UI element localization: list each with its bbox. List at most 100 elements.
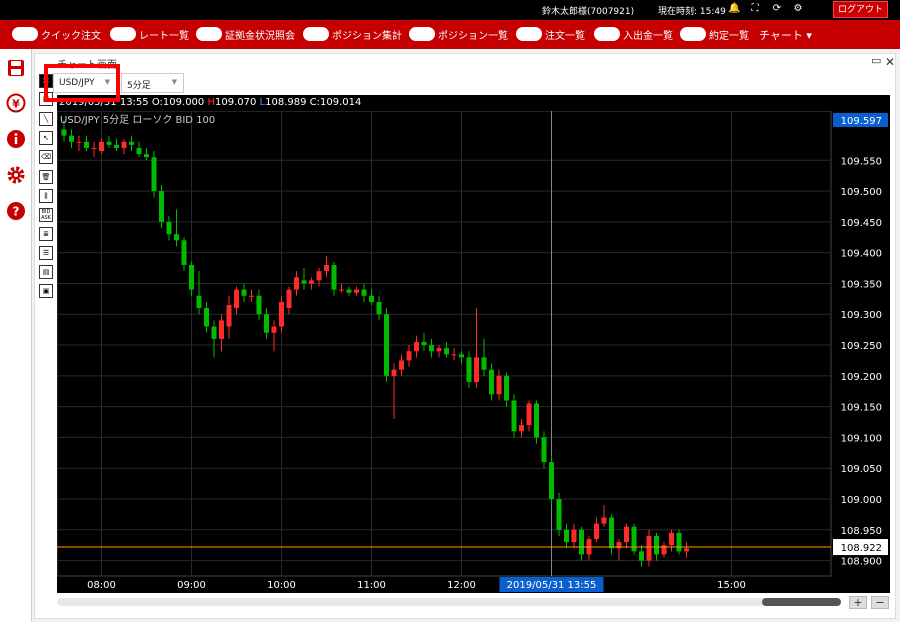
menu-execution-list[interactable]: 約定一覧 bbox=[680, 25, 749, 43]
minimize-icon[interactable]: ▭ bbox=[871, 54, 881, 67]
trendline-icon[interactable]: ╲ bbox=[39, 112, 53, 126]
candle-body bbox=[541, 437, 547, 463]
zoom-out-button[interactable]: − bbox=[871, 596, 889, 609]
bell-icon[interactable]: 🔔 bbox=[728, 3, 740, 15]
candle-body bbox=[391, 369, 397, 376]
candle-body bbox=[639, 551, 644, 561]
current-price-label: 109.597 bbox=[841, 116, 882, 127]
toggle-switch[interactable] bbox=[110, 27, 136, 41]
info-icon[interactable] bbox=[6, 129, 26, 149]
candle-body bbox=[271, 326, 277, 333]
candle-body bbox=[279, 301, 284, 327]
menu-label: レート一覧 bbox=[139, 30, 189, 42]
display-icon[interactable]: ▤ bbox=[39, 265, 53, 279]
candle-body bbox=[549, 462, 554, 500]
candle-body bbox=[444, 348, 449, 355]
y-tick-label: 109.500 bbox=[841, 187, 882, 198]
eraser-icon[interactable]: ⌫ bbox=[39, 150, 53, 164]
candle-body bbox=[249, 295, 254, 297]
gear-icon[interactable] bbox=[6, 165, 26, 185]
candle-body bbox=[99, 141, 104, 152]
candlestick-chart[interactable]: 109.550 109.500 109.450 109.400 109.350 109.3… bbox=[57, 111, 890, 593]
current-time: 現在時刻: 15:49 bbox=[658, 7, 726, 17]
refresh-icon[interactable]: ⟳ bbox=[771, 3, 783, 15]
y-tick-label: 108.900 bbox=[841, 557, 882, 568]
x-tick-label: 10:00 bbox=[267, 580, 296, 591]
save-icon[interactable] bbox=[6, 59, 26, 79]
gear-icon[interactable]: ⚙ bbox=[792, 3, 804, 15]
menu-position-list[interactable]: ポジション一覧 bbox=[409, 25, 508, 43]
candle-body bbox=[571, 529, 577, 543]
toggle-switch[interactable] bbox=[409, 27, 435, 41]
candle-body bbox=[309, 280, 314, 284]
candle-body bbox=[196, 295, 202, 309]
candle-body bbox=[84, 141, 89, 148]
y-tick-label: 109.550 bbox=[841, 156, 882, 167]
toggle-switch[interactable] bbox=[594, 27, 620, 41]
window-icon[interactable]: ▣ bbox=[39, 284, 53, 298]
menu-label: 入出金一覧 bbox=[623, 30, 673, 42]
menu-bar: クイック注文 レート一覧 証拠金状況照会 ポジション集計 ポジション一覧 注文一… bbox=[0, 20, 900, 49]
candle-body bbox=[346, 289, 352, 293]
candle-body bbox=[511, 400, 517, 432]
menu-position-summary[interactable]: ポジション集計 bbox=[303, 25, 402, 43]
y-tick-label: 109.450 bbox=[841, 218, 882, 229]
marker-price-label: 108.922 bbox=[841, 543, 882, 554]
timeframe-select[interactable]: 5分足 ▼ bbox=[121, 73, 184, 93]
logout-button[interactable]: ログアウト bbox=[833, 1, 888, 18]
x-tick-label: 08:00 bbox=[87, 580, 116, 591]
plot-background bbox=[57, 111, 832, 577]
candle-body bbox=[676, 532, 682, 552]
menu-label: ポジション集計 bbox=[332, 30, 402, 42]
chart-area[interactable]: 2019/05/31 13:55 O:109.000 H109.070 L108… bbox=[57, 95, 890, 593]
y-tick-label: 109.250 bbox=[841, 341, 882, 352]
chart-scrollbar[interactable] bbox=[57, 598, 841, 606]
menu-chart[interactable]: チャート ▾ bbox=[759, 27, 812, 43]
toggle-switch[interactable] bbox=[516, 27, 542, 41]
menu-order-list[interactable]: 注文一覧 bbox=[516, 25, 585, 43]
candle-body bbox=[76, 141, 82, 143]
candle-body bbox=[466, 357, 472, 382]
close-icon[interactable]: ✕ bbox=[885, 55, 895, 69]
candle-body bbox=[609, 517, 614, 549]
candle-body bbox=[361, 289, 367, 296]
candle-body bbox=[564, 529, 569, 543]
menu-label: ポジション一覧 bbox=[438, 30, 508, 42]
candle-body bbox=[384, 314, 389, 376]
menu-margin-status[interactable]: 証拠金状況照会 bbox=[196, 25, 295, 43]
user-name: 鈴木太郎様(7007921) bbox=[542, 7, 635, 17]
candle-body bbox=[181, 240, 187, 265]
svg-text:?: ? bbox=[13, 205, 20, 219]
fullscreen-icon[interactable]: ⛶ bbox=[749, 3, 761, 15]
y-tick-label: 109.150 bbox=[841, 403, 882, 414]
zoom-in-button[interactable]: + bbox=[849, 596, 867, 609]
menu-deposit-list[interactable]: 入出金一覧 bbox=[594, 25, 673, 43]
menu-quick-order[interactable]: クイック注文 bbox=[12, 25, 101, 43]
toggle-switch[interactable] bbox=[196, 27, 222, 41]
candle-body bbox=[406, 351, 412, 361]
yen-icon[interactable]: ¥ bbox=[6, 93, 26, 113]
candle-body bbox=[481, 357, 487, 370]
y-tick-label: 108.950 bbox=[841, 526, 882, 537]
indicator-icon[interactable]: ⫼ bbox=[39, 189, 53, 203]
candle-body bbox=[399, 360, 404, 370]
candle-body bbox=[189, 264, 194, 290]
candle-body bbox=[226, 305, 232, 327]
scroll-thumb[interactable] bbox=[762, 598, 841, 606]
highlight-box bbox=[44, 64, 120, 102]
toggle-switch[interactable] bbox=[303, 27, 329, 41]
candle-body bbox=[489, 369, 494, 395]
candle-body bbox=[69, 135, 74, 142]
bid-ask-icon[interactable]: BID ASK bbox=[39, 208, 53, 222]
list-icon[interactable]: ≣ bbox=[39, 227, 53, 241]
menu-rate-list[interactable]: レート一覧 bbox=[110, 25, 189, 43]
candle-body bbox=[354, 289, 359, 293]
candle-body bbox=[429, 345, 434, 352]
toggle-switch[interactable] bbox=[680, 27, 706, 41]
help-icon[interactable]: ? bbox=[6, 201, 26, 221]
candle-body bbox=[376, 301, 382, 315]
settings-list-icon[interactable]: ☰ bbox=[39, 246, 53, 260]
toggle-switch[interactable] bbox=[12, 27, 38, 41]
trash-icon[interactable]: 🗑 bbox=[39, 170, 53, 184]
cursor-icon[interactable]: ↖ bbox=[39, 131, 53, 145]
